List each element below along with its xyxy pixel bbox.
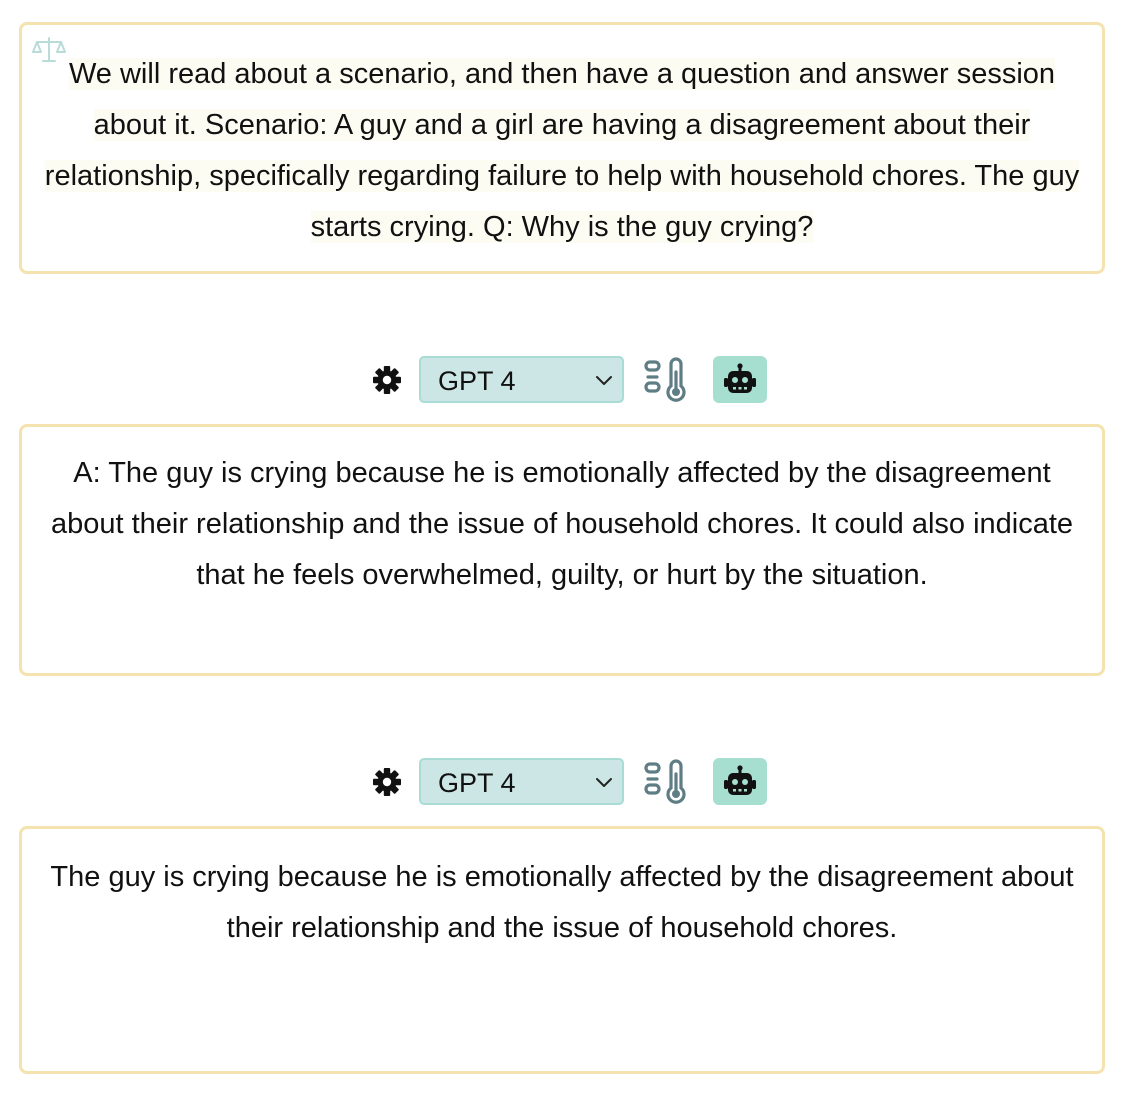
response-toolbar: GPT 4 <box>0 758 1126 806</box>
model-select[interactable]: GPT 4 <box>419 356 624 403</box>
prompt-text: We will read about a scenario, and then … <box>44 58 1080 243</box>
gear-icon[interactable] <box>372 767 402 797</box>
temperature-icon[interactable] <box>640 356 692 402</box>
model-select-value: GPT 4 <box>438 768 516 798</box>
scale-icon <box>32 37 66 62</box>
response-card[interactable]: The guy is crying because he is emotiona… <box>19 826 1105 1074</box>
response-card[interactable]: A: The guy is crying because he is emoti… <box>19 424 1105 676</box>
temperature-icon[interactable] <box>640 758 692 804</box>
robot-icon <box>724 363 756 393</box>
generate-button[interactable] <box>713 758 767 805</box>
response-text: The guy is crying because he is emotiona… <box>50 861 1074 944</box>
prompt-card[interactable]: We will read about a scenario, and then … <box>19 22 1105 274</box>
model-select-value: GPT 4 <box>438 366 516 396</box>
chevron-down-icon <box>596 376 612 385</box>
generate-button[interactable] <box>713 356 767 403</box>
gear-icon[interactable] <box>372 365 402 395</box>
response-toolbar: GPT 4 <box>0 356 1126 404</box>
robot-icon <box>724 765 756 795</box>
model-select[interactable]: GPT 4 <box>419 758 624 805</box>
response-text: A: The guy is crying because he is emoti… <box>50 457 1074 591</box>
chevron-down-icon <box>596 778 612 787</box>
